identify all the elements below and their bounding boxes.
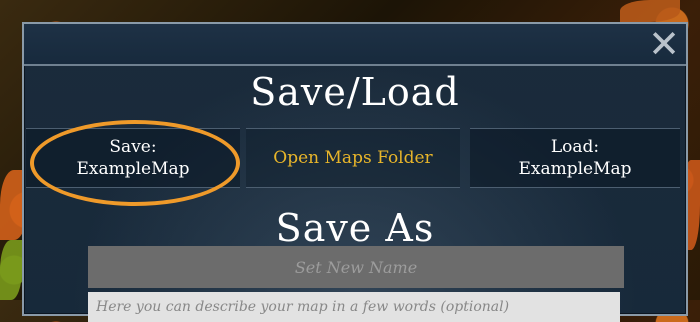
load-button-label: Load: ExampleMap — [518, 137, 632, 179]
open-maps-folder-button[interactable]: Open Maps Folder — [246, 128, 460, 188]
new-name-input[interactable] — [88, 246, 624, 288]
open-maps-folder-label: Open Maps Folder — [273, 148, 433, 168]
save-button-label: Save: ExampleMap — [76, 137, 190, 179]
background-leaf — [620, 0, 680, 22]
dialog-title: Save/Load — [250, 70, 460, 114]
background-leaf — [0, 240, 22, 300]
dialog-title-bar: ✕ — [24, 24, 686, 66]
close-icon[interactable]: ✕ — [646, 25, 682, 63]
save-button[interactable]: Save: ExampleMap — [26, 128, 240, 188]
save-as-heading: Save As — [275, 206, 435, 250]
map-description-input[interactable] — [88, 292, 620, 322]
action-row: Save: ExampleMap Open Maps Folder Load: … — [24, 128, 686, 188]
load-button[interactable]: Load: ExampleMap — [470, 128, 680, 188]
save-load-dialog: ✕ Save/Load Save: ExampleMap Open Maps F… — [22, 22, 688, 322]
